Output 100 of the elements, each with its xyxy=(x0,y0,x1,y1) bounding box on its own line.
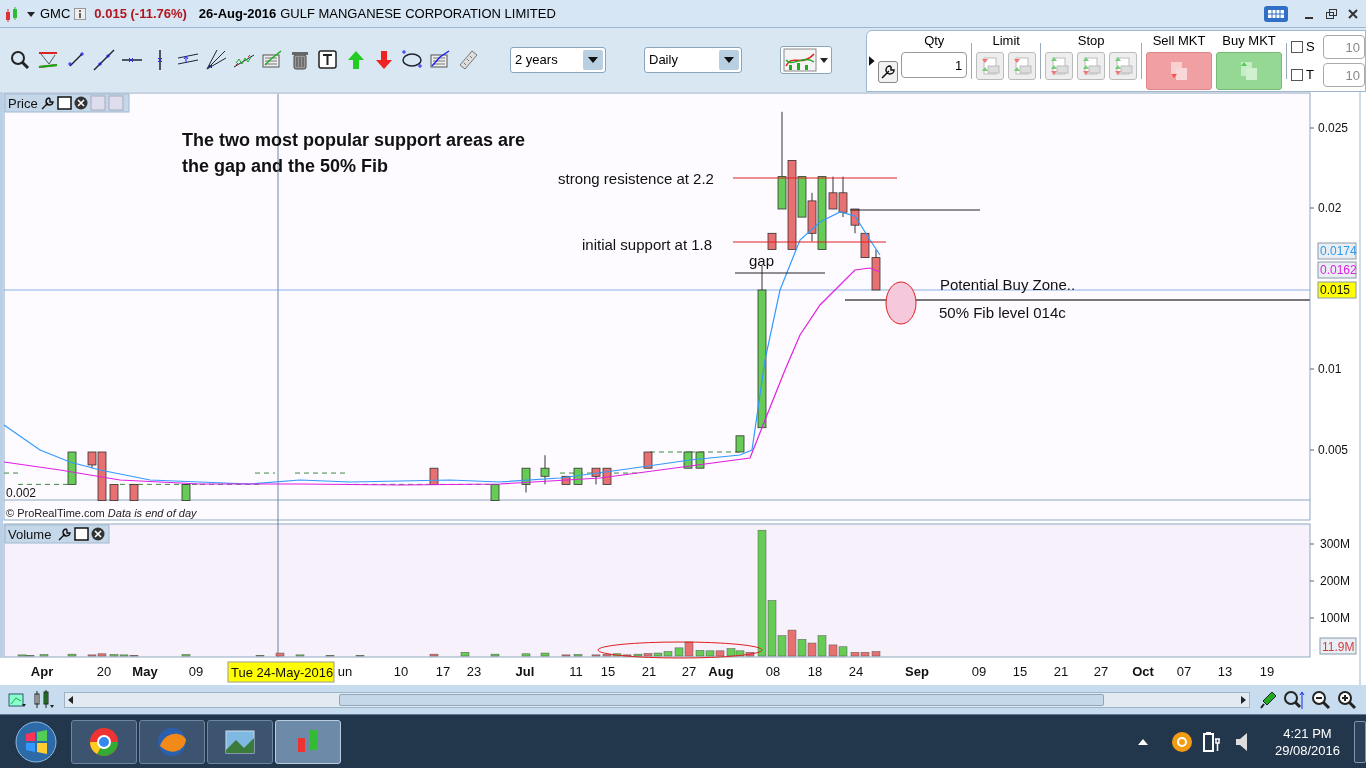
candlestick xyxy=(540,454,550,485)
date-tooltip: Tue 24-May-2016 xyxy=(227,661,335,683)
indicator-chart-icon xyxy=(783,48,817,72)
order-arrows-icon xyxy=(1080,55,1103,77)
date-label: 19 xyxy=(1259,664,1275,679)
wrench-icon[interactable] xyxy=(58,528,71,541)
search-tool-button[interactable] xyxy=(8,48,31,72)
axis-label: 300M xyxy=(1320,537,1351,551)
photo-app-button[interactable] xyxy=(207,719,273,764)
zoom-out-icon[interactable] xyxy=(1310,688,1332,711)
vertical-line-icon xyxy=(156,49,163,71)
volume-bar xyxy=(726,648,736,657)
wrench-icon xyxy=(879,64,896,80)
text-tool-tool-button[interactable] xyxy=(316,48,339,72)
candlestick xyxy=(129,483,139,502)
caret-icon[interactable] xyxy=(26,9,36,18)
checkbox-label: T xyxy=(1306,66,1315,85)
keyboard-icon[interactable] xyxy=(1264,4,1288,23)
volume-bar xyxy=(838,646,848,657)
horizontal-line-icon xyxy=(120,57,143,63)
close-icon[interactable] xyxy=(91,527,105,541)
candlestick xyxy=(561,475,571,485)
zoom-in-icon[interactable] xyxy=(1336,688,1358,711)
checkbox[interactable] xyxy=(1291,41,1303,53)
interval-dropdown[interactable]: Daily xyxy=(644,47,742,73)
value-field[interactable]: 10 xyxy=(1323,63,1365,87)
candlestick xyxy=(67,451,77,485)
quote-date: 26-Aug-2016 xyxy=(198,4,277,23)
period-dropdown[interactable]: 2 years xyxy=(510,47,606,73)
chart-type-button[interactable] xyxy=(780,46,832,74)
checkbox[interactable] xyxy=(1291,69,1303,81)
symbol-name[interactable]: GMC xyxy=(40,3,71,24)
checkbox-label: S xyxy=(1306,38,1316,57)
column-label: Sell MKT xyxy=(1152,32,1206,50)
zoom-fit-icon[interactable] xyxy=(1282,688,1306,711)
ring-icon[interactable] xyxy=(1170,730,1193,753)
show-hidden-icons-icon[interactable] xyxy=(1136,737,1149,746)
battery-icon[interactable] xyxy=(1202,730,1221,753)
settings-button[interactable] xyxy=(877,61,899,83)
close-icon[interactable] xyxy=(1346,6,1360,21)
panel-title: Volume xyxy=(8,527,52,542)
brush-icon[interactable] xyxy=(1258,689,1278,710)
info-icon[interactable] xyxy=(74,7,87,20)
date-label: 09 xyxy=(971,664,987,679)
link-candles-icon[interactable] xyxy=(32,689,56,710)
date-label: 11 xyxy=(569,664,583,679)
date-label: Aug xyxy=(708,664,734,679)
candlestick xyxy=(683,451,693,469)
fan-tool-button[interactable] xyxy=(204,48,227,72)
fan-icon xyxy=(204,49,227,71)
candlestick xyxy=(602,467,612,485)
close-icon[interactable] xyxy=(74,96,88,110)
column-label: Stop xyxy=(1077,32,1105,50)
scrollbar-thumb[interactable] xyxy=(339,693,1104,706)
column-label: Limit xyxy=(992,32,1020,50)
value-field[interactable]: 10 xyxy=(1323,35,1365,59)
volume-bar xyxy=(429,653,439,657)
expand-arrow-icon[interactable] xyxy=(869,56,875,66)
indicator-chart-icon xyxy=(260,49,283,71)
order-arrows-icon xyxy=(1112,55,1135,77)
round-logo-icon xyxy=(88,725,120,758)
caret-icon xyxy=(819,56,829,64)
candlestick xyxy=(591,467,601,485)
order-arrows-icon xyxy=(979,55,1002,77)
candlestick xyxy=(695,451,705,469)
column-label: Qty xyxy=(924,32,945,50)
show-desktop-button[interactable] xyxy=(1354,720,1366,763)
browser-app-button[interactable] xyxy=(139,719,205,764)
volume-bar xyxy=(521,653,531,657)
axis-label: 0.002 xyxy=(6,486,37,500)
date-label: 10 xyxy=(393,664,409,679)
column-label: Buy MKT xyxy=(1222,32,1276,50)
volume-bar xyxy=(490,653,500,657)
line-tool-button[interactable] xyxy=(92,48,115,72)
scrollbar[interactable] xyxy=(64,691,1250,708)
browser-app-button[interactable] xyxy=(71,719,137,764)
wrench-icon[interactable] xyxy=(41,97,54,110)
axis-label: 100M xyxy=(1320,611,1351,625)
chart-annotation: gap xyxy=(749,252,775,269)
clock[interactable]: 4:21 PM 29/08/2016 xyxy=(1274,724,1340,759)
date-label: un xyxy=(337,664,353,679)
maximize-icon[interactable] xyxy=(57,96,72,110)
buy-zone-circle xyxy=(885,281,917,325)
date-label: 15 xyxy=(600,664,616,679)
maximize-icon[interactable] xyxy=(74,527,89,541)
text-tool-icon xyxy=(316,49,339,71)
candlestick xyxy=(521,467,531,493)
restore-icon[interactable] xyxy=(1324,6,1338,21)
date-label: Apr xyxy=(30,664,54,679)
start-button-icon[interactable] xyxy=(14,719,58,764)
candlestick xyxy=(181,483,191,502)
date-label: 23 xyxy=(466,664,482,679)
footer-note: © ProRealTime.com Data is end of day xyxy=(6,506,198,520)
chart-app-button[interactable] xyxy=(275,719,341,764)
quantity-field[interactable]: 1 xyxy=(901,52,968,78)
date-label: 15 xyxy=(1012,664,1028,679)
chart-settings-icon[interactable] xyxy=(8,690,28,709)
volume-bar xyxy=(67,653,77,657)
speaker-icon[interactable] xyxy=(1234,731,1249,752)
volume-bar xyxy=(39,654,49,657)
